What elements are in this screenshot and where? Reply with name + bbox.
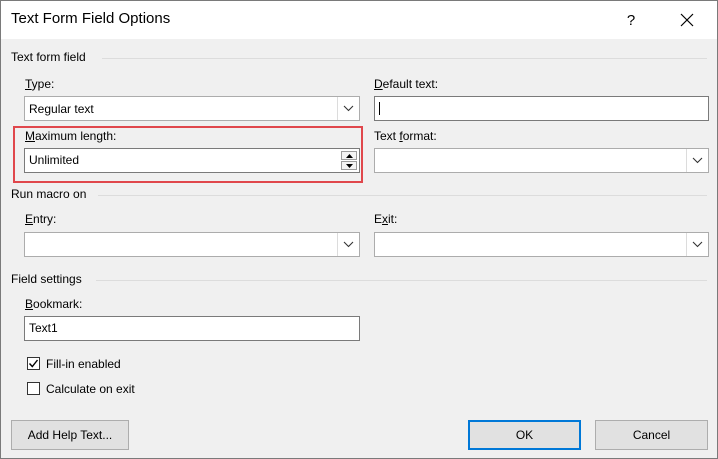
add-help-text-button[interactable]: Add Help Text... [11,420,129,450]
text-form-field-group-label: Text form field [11,50,86,64]
maximum-length-value: Unlimited [29,153,80,167]
chevron-down-icon [686,149,708,172]
calculate-on-exit-checkbox[interactable] [27,382,40,395]
run-macro-group-label: Run macro on [11,187,87,201]
default-text-label: Default text: [374,77,439,91]
entry-select[interactable] [24,232,360,257]
bookmark-input[interactable]: Text1 [24,316,360,341]
help-button[interactable]: ? [613,5,649,35]
spin-up-button[interactable] [341,151,357,160]
type-select[interactable]: Regular text [24,96,360,121]
fill-in-enabled-checkbox[interactable] [27,357,40,370]
bookmark-label: Bookmark: [25,297,83,311]
chevron-down-icon [686,233,708,256]
title-bar: Text Form Field Options ? [1,1,717,39]
text-form-field-options-dialog: Text Form Field Options ? Text form fiel… [0,0,718,459]
exit-label: Exit: [374,212,398,226]
dialog-title: Text Form Field Options [11,10,171,27]
group-divider [98,195,707,196]
arrow-down-icon [345,163,353,168]
fill-in-enabled-label: Fill-in enabled [46,357,121,371]
chevron-down-icon [337,97,359,120]
cancel-button[interactable]: Cancel [595,420,708,450]
ok-button[interactable]: OK [468,420,581,450]
spin-down-button[interactable] [341,161,357,170]
help-icon: ? [626,11,636,29]
text-caret [379,102,380,115]
group-divider [102,58,707,59]
close-button[interactable] [669,5,705,35]
bookmark-value: Text1 [29,321,58,335]
type-label: Type: [25,77,55,91]
chevron-down-icon [337,233,359,256]
arrow-up-icon [345,153,353,158]
maximum-length-label: Maximum length: [25,129,117,143]
calculate-on-exit-label: Calculate on exit [46,382,135,396]
type-value: Regular text [29,102,94,116]
text-format-label: Text format: [374,129,437,143]
maximum-length-spinner[interactable]: Unlimited [24,148,360,173]
group-divider [96,280,707,281]
field-settings-group-label: Field settings [11,272,82,286]
close-icon [680,13,694,27]
spin-buttons [341,151,357,170]
checkmark-icon [28,359,39,368]
exit-select[interactable] [374,232,709,257]
text-format-select[interactable] [374,148,709,173]
entry-label: Entry: [25,212,57,226]
default-text-input[interactable] [374,96,709,121]
